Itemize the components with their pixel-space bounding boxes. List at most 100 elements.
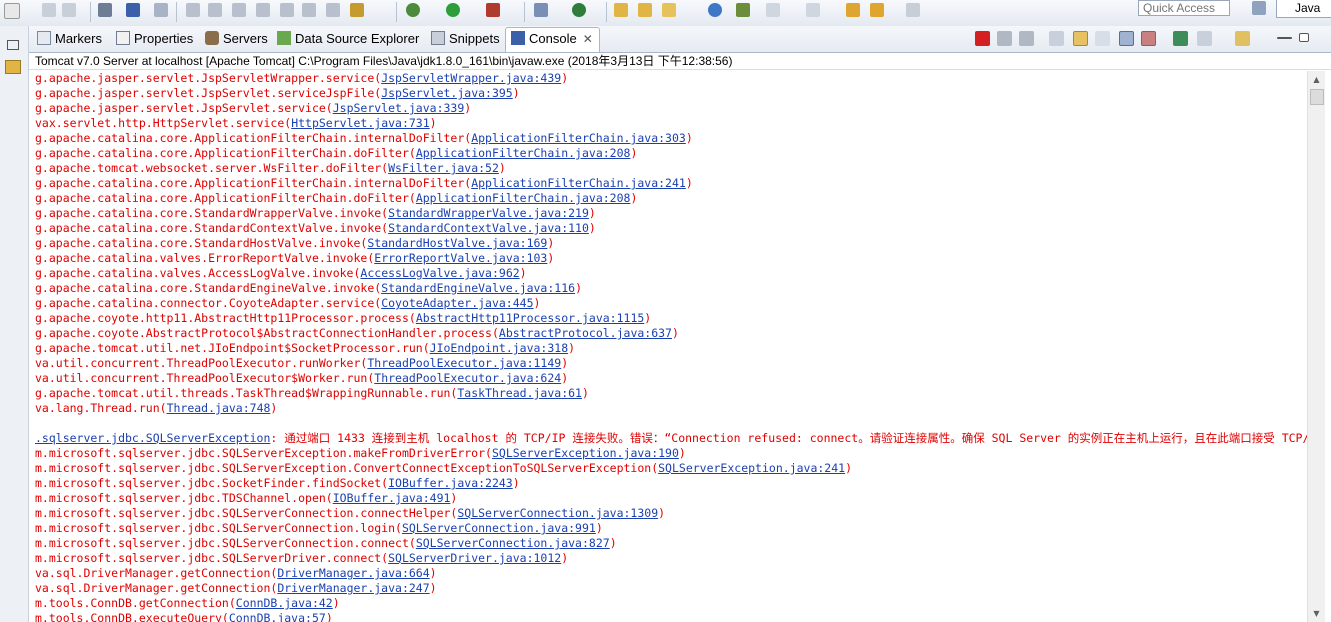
tab-snippets[interactable]: Snippets (431, 28, 500, 50)
source-link[interactable]: SQLServerDriver.java:1012 (388, 551, 561, 565)
quick-access-input[interactable] (1138, 0, 1230, 16)
save-all-icon[interactable] (62, 3, 76, 17)
open-perspective-icon[interactable] (1252, 1, 1266, 15)
scroll-up-icon[interactable]: ▲ (1308, 71, 1325, 88)
source-link[interactable]: ThreadPoolExecutor.java:1149 (367, 356, 561, 370)
word-wrap-icon[interactable] (1095, 31, 1110, 46)
save-icon[interactable] (42, 3, 56, 17)
remove-launch-icon[interactable] (997, 31, 1012, 46)
source-link[interactable]: SQLServerException.java:190 (492, 446, 679, 460)
source-link[interactable]: ConnDB.java:42 (236, 596, 333, 610)
java-perspective-button[interactable]: Java (1276, 0, 1331, 18)
package-explorer-icon[interactable] (5, 60, 21, 74)
display-selected-console-icon[interactable] (1197, 31, 1212, 46)
tab-markers[interactable]: Markers (37, 28, 102, 50)
source-link[interactable]: WsFilter.java:52 (388, 161, 499, 175)
source-link[interactable]: JspServlet.java:339 (333, 101, 465, 115)
terminate-icon[interactable] (232, 3, 246, 17)
new-file-icon[interactable] (4, 3, 20, 19)
clear-console-icon[interactable] (1049, 31, 1064, 46)
task-icon[interactable] (736, 3, 750, 17)
source-link[interactable]: SQLServerException.java:241 (658, 461, 845, 475)
remove-all-terminated-icon[interactable] (1019, 31, 1034, 46)
source-link[interactable]: ApplicationFilterChain.java:241 (471, 176, 686, 190)
show-on-stdout-icon[interactable] (1119, 31, 1134, 46)
source-link[interactable]: JIoEndpoint.java:318 (430, 341, 568, 355)
annotation-icon[interactable] (766, 3, 780, 17)
scroll-lock-icon[interactable] (1073, 31, 1088, 46)
source-link[interactable]: StandardWrapperValve.java:219 (388, 206, 589, 220)
pin-console-icon[interactable] (1173, 31, 1188, 46)
source-link[interactable]: ErrorReportValve.java:103 (374, 251, 547, 265)
console-line-suffix: ) (609, 536, 617, 550)
source-link[interactable]: JspServlet.java:395 (381, 86, 513, 100)
source-link[interactable]: CoyoteAdapter.java:445 (381, 296, 533, 310)
console-line-text: g.apache.jasper.servlet.JspServlet.servi… (35, 86, 382, 100)
source-link[interactable]: ThreadPoolExecutor.java:624 (374, 371, 561, 385)
source-link[interactable]: JspServletWrapper.java:439 (381, 71, 561, 85)
source-link[interactable]: .sqlserver.jdbc.SQLServerException (35, 431, 270, 445)
console-output[interactable]: g.apache.jasper.servlet.JspServletWrappe… (29, 71, 1307, 622)
step-over-icon[interactable] (302, 3, 316, 17)
minimize-view-icon[interactable] (1277, 37, 1292, 39)
maximize-view-icon[interactable] (1299, 33, 1309, 42)
open-type-icon[interactable] (614, 3, 628, 17)
run-icon[interactable] (446, 3, 460, 17)
console-icon[interactable] (126, 3, 140, 17)
source-link[interactable]: HttpServlet.java:731 (291, 116, 429, 130)
back-history-icon[interactable] (870, 3, 884, 17)
debug-skip-icon[interactable] (154, 3, 168, 17)
close-console-icon[interactable]: ✕ (583, 32, 593, 46)
source-link[interactable]: StandardHostValve.java:169 (367, 236, 547, 250)
drop-to-frame-icon[interactable] (350, 3, 364, 17)
scroll-down-icon[interactable]: ▼ (1308, 605, 1325, 622)
suspend-icon[interactable] (208, 3, 222, 17)
external-tools-icon[interactable] (486, 3, 500, 17)
source-link[interactable]: ApplicationFilterChain.java:208 (416, 146, 631, 160)
globe-icon[interactable] (708, 3, 722, 17)
source-link[interactable]: IOBuffer.java:2243 (388, 476, 513, 490)
open-console-icon[interactable] (1235, 31, 1250, 46)
source-link[interactable]: ApplicationFilterChain.java:303 (471, 131, 686, 145)
new-class-icon[interactable] (572, 3, 586, 17)
new-java-project-icon[interactable] (534, 3, 548, 17)
tab-data-source-explorer[interactable]: Data Source Explorer (277, 28, 419, 50)
source-link[interactable]: IOBuffer.java:491 (333, 491, 451, 505)
source-link[interactable]: Thread.java:748 (167, 401, 271, 415)
show-on-stderr-icon[interactable] (1141, 31, 1156, 46)
console-line-suffix: ) (845, 461, 852, 475)
console-vertical-scrollbar[interactable]: ▲ ▼ (1307, 71, 1325, 622)
step-return-icon[interactable] (326, 3, 340, 17)
binary-icon[interactable] (98, 3, 112, 17)
source-link[interactable]: StandardContextValve.java:110 (388, 221, 589, 235)
scrollbar-thumb[interactable] (1310, 89, 1324, 105)
back-icon[interactable] (846, 3, 860, 17)
pen-icon[interactable] (662, 3, 676, 17)
tab-servers[interactable]: Servers (205, 28, 268, 50)
source-link[interactable]: AbstractHttp11Processor.java:1115 (416, 311, 644, 325)
source-link[interactable]: AccessLogValve.java:962 (360, 266, 519, 280)
resume-icon[interactable] (186, 3, 200, 17)
next-annotation-icon[interactable] (806, 3, 820, 17)
source-link[interactable]: ConnDB.java:57 (229, 611, 326, 622)
source-link[interactable]: TaskThread.java:61 (457, 386, 582, 400)
disconnect-icon[interactable] (256, 3, 270, 17)
restore-icon[interactable] (7, 40, 19, 50)
console-line: g.apache.catalina.core.ApplicationFilter… (29, 131, 1307, 146)
open-folder-icon[interactable] (638, 3, 652, 17)
tab-console[interactable]: Console ✕ (505, 27, 600, 52)
source-link[interactable]: AbstractProtocol.java:637 (499, 326, 672, 340)
console-line: g.apache.catalina.core.StandardContextVa… (29, 221, 1307, 236)
tab-properties[interactable]: Properties (116, 28, 193, 50)
source-link[interactable]: ApplicationFilterChain.java:208 (416, 191, 631, 205)
source-link[interactable]: StandardEngineValve.java:116 (381, 281, 575, 295)
source-link[interactable]: DriverManager.java:664 (277, 566, 429, 580)
source-link[interactable]: SQLServerConnection.java:1309 (457, 506, 658, 520)
forward-icon[interactable] (906, 3, 920, 17)
source-link[interactable]: DriverManager.java:247 (277, 581, 429, 595)
source-link[interactable]: SQLServerConnection.java:827 (416, 536, 610, 550)
step-into-icon[interactable] (280, 3, 294, 17)
debug-icon[interactable] (406, 3, 420, 17)
source-link[interactable]: SQLServerConnection.java:991 (402, 521, 596, 535)
terminate-console-icon[interactable] (975, 31, 990, 46)
